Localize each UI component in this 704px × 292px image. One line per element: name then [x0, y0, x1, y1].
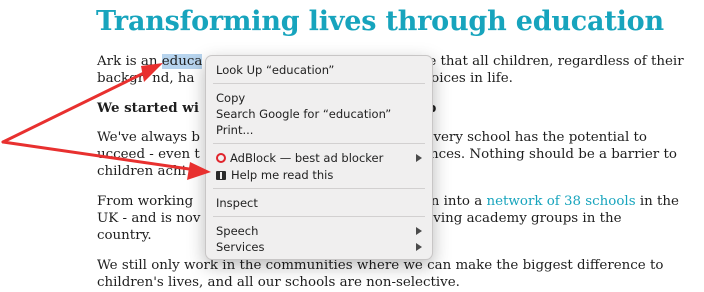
- arrow-line-lower: [1, 140, 198, 172]
- arrow-head-lower-icon: [187, 162, 211, 180]
- arrow-head-upper-icon: [141, 63, 163, 82]
- annotation-arrows: [1, 63, 211, 180]
- arrow-line-upper: [1, 68, 152, 144]
